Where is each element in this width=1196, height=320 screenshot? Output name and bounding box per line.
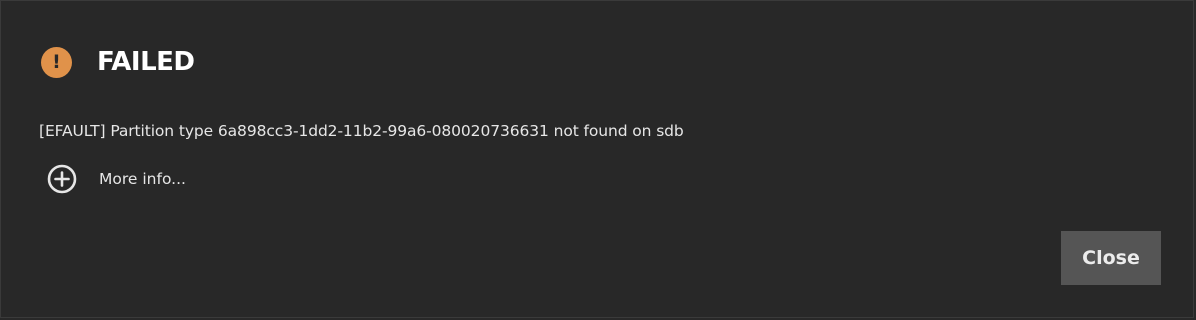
close-button[interactable]: Close xyxy=(1061,231,1161,285)
more-info-label[interactable]: More info... xyxy=(99,170,186,188)
error-dialog: ! FAILED [EFAULT] Partition type 6a898cc… xyxy=(0,0,1194,318)
plus-circle-icon[interactable] xyxy=(46,163,78,195)
more-info-toggle[interactable]: More info... xyxy=(46,163,186,195)
dialog-title: FAILED xyxy=(97,47,195,77)
error-message: [EFAULT] Partition type 6a898cc3-1dd2-11… xyxy=(39,122,684,140)
dialog-header: ! FAILED xyxy=(41,45,195,79)
warning-icon-glyph: ! xyxy=(52,50,61,73)
warning-icon: ! xyxy=(41,46,72,78)
